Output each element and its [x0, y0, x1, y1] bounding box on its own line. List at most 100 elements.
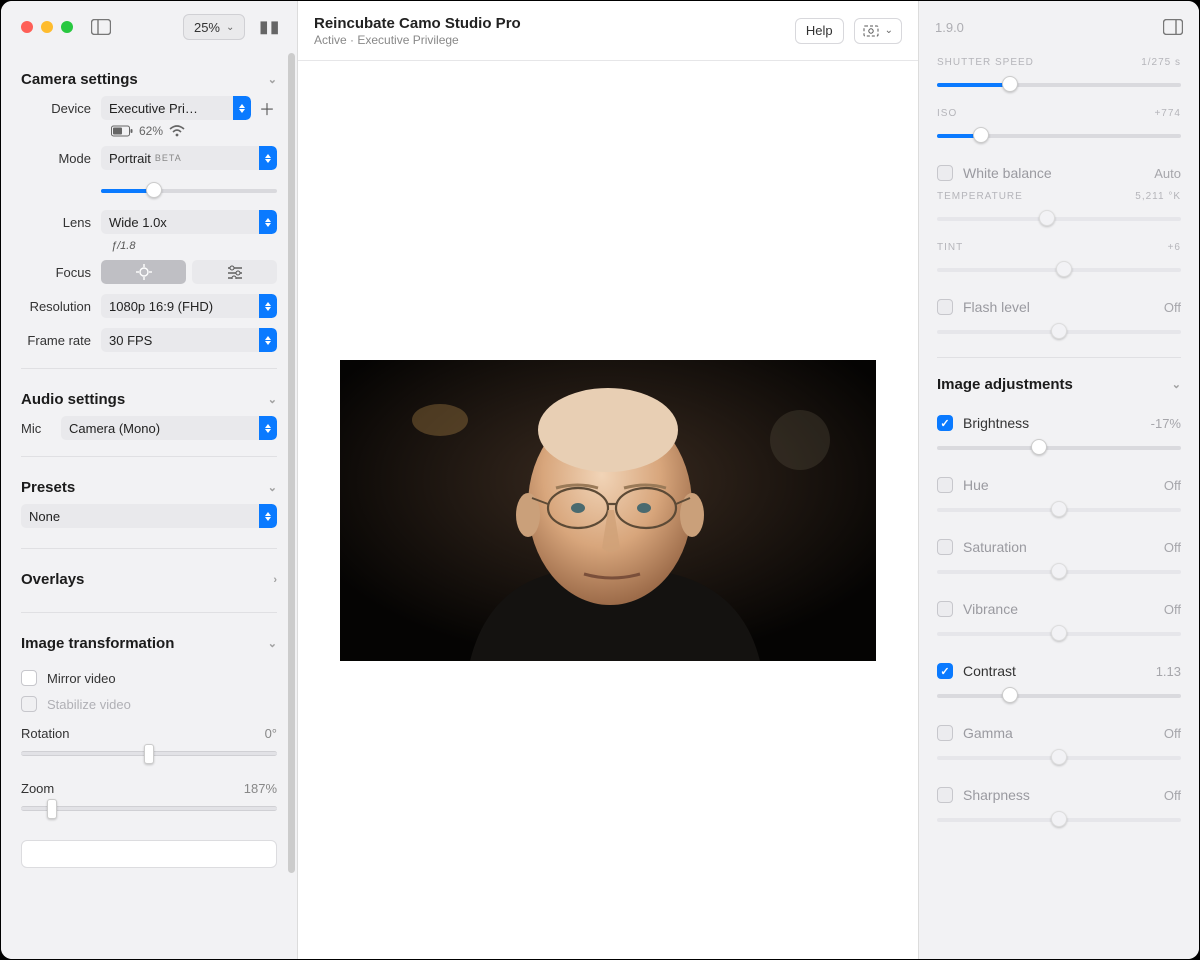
left-sidebar: 25% ⌄ ▮▮ Camera settings ⌄ Device Execut…	[1, 1, 298, 959]
contrast-checkbox[interactable]: ✓	[937, 663, 953, 679]
brightness-slider[interactable]	[937, 437, 1181, 459]
chevron-down-icon: ⌄	[268, 73, 277, 86]
help-button[interactable]: Help	[795, 18, 844, 44]
output-mode-button[interactable]: ⌄	[854, 18, 902, 44]
presets-select[interactable]: None	[21, 504, 277, 528]
crosshair-icon	[136, 264, 152, 280]
focus-manual-button[interactable]	[192, 260, 277, 284]
image-transform-header[interactable]: Image transformation⌄	[21, 613, 277, 660]
camera-settings-header[interactable]: Camera settings ⌄	[21, 53, 277, 96]
left-scrollbar[interactable]	[288, 53, 295, 873]
hue-checkbox[interactable]	[937, 477, 953, 493]
hue-value: Off	[1164, 478, 1181, 493]
brightness-label: Brightness	[963, 415, 1141, 431]
sharpness-slider[interactable]	[937, 809, 1181, 831]
maximize-window-button[interactable]	[61, 21, 73, 33]
device-label: Device	[21, 101, 101, 116]
tint-slider[interactable]	[937, 259, 1181, 281]
overlays-header[interactable]: Overlays›	[21, 549, 277, 596]
hue-label: Hue	[963, 477, 1154, 493]
resolution-select[interactable]: 1080p 16:9 (FHD)	[101, 294, 277, 318]
chevron-down-icon: ⌄	[268, 393, 277, 406]
shutter-value: 1/275 s	[1141, 57, 1181, 68]
contrast-label: Contrast	[963, 663, 1146, 679]
stabilize-video-checkbox[interactable]: Stabilize video	[21, 696, 277, 712]
video-preview[interactable]	[340, 360, 876, 661]
gamma-value: Off	[1164, 726, 1181, 741]
iso-value: +774	[1154, 108, 1181, 119]
chevron-down-icon: ⌄	[1172, 378, 1181, 391]
chevron-right-icon: ›	[273, 574, 277, 586]
framerate-label: Frame rate	[21, 333, 101, 348]
right-toolbar: 1.9.0	[919, 1, 1199, 53]
sliders-icon	[227, 265, 243, 279]
right-sidebar: 1.9.0 SHUTTER SPEED1/275 s ISO+774 White…	[918, 1, 1199, 959]
mic-select[interactable]: Camera (Mono)	[61, 416, 277, 440]
saturation-slider[interactable]	[937, 561, 1181, 583]
camera-frame-icon	[863, 24, 879, 38]
vibrance-slider[interactable]	[937, 623, 1181, 645]
saturation-checkbox[interactable]	[937, 539, 953, 555]
version-label: 1.9.0	[935, 20, 964, 35]
wifi-icon	[169, 125, 185, 137]
vibrance-value: Off	[1164, 602, 1181, 617]
mode-select[interactable]: PortraitBETA	[101, 146, 277, 170]
center-toolbar: Reincubate Camo Studio Pro Active · Exec…	[298, 1, 918, 61]
saturation-value: Off	[1164, 540, 1181, 555]
resolution-label: Resolution	[21, 299, 101, 314]
app-subtitle: Active · Executive Privilege	[314, 33, 785, 47]
contrast-slider[interactable]	[937, 685, 1181, 707]
temperature-slider[interactable]	[937, 208, 1181, 230]
brightness-checkbox[interactable]: ✓	[937, 415, 953, 431]
gamma-checkbox[interactable]	[937, 725, 953, 741]
lens-select[interactable]: Wide 1.0x	[101, 210, 277, 234]
flash-value: Off	[1164, 300, 1181, 315]
iso-slider[interactable]	[937, 125, 1181, 147]
bottom-field[interactable]	[21, 840, 277, 868]
close-window-button[interactable]	[21, 21, 33, 33]
iso-label: ISO	[937, 108, 957, 119]
image-adjustments-header[interactable]: Image adjustments⌄	[937, 358, 1181, 397]
presets-header[interactable]: Presets⌄	[21, 457, 277, 504]
chevron-down-icon: ⌄	[268, 481, 277, 494]
framerate-select[interactable]: 30 FPS	[101, 328, 277, 352]
contrast-value: 1.13	[1156, 664, 1181, 679]
sharpness-checkbox[interactable]	[937, 787, 953, 803]
zoom-slider[interactable]	[21, 802, 277, 822]
gamma-label: Gamma	[963, 725, 1154, 741]
temperature-value: 5,211 °K	[1135, 191, 1181, 202]
white-balance-checkbox[interactable]	[937, 165, 953, 181]
right-panel-toggle-button[interactable]	[1163, 13, 1183, 41]
vibrance-checkbox[interactable]	[937, 601, 953, 617]
focus-auto-button[interactable]	[101, 260, 186, 284]
gamma-slider[interactable]	[937, 747, 1181, 769]
flash-checkbox[interactable]	[937, 299, 953, 315]
chevron-down-icon: ⌄	[268, 637, 277, 650]
mic-label: Mic	[21, 421, 61, 436]
mode-slider[interactable]	[101, 180, 277, 200]
zoom-label: Zoom	[21, 781, 54, 796]
shutter-slider[interactable]	[937, 74, 1181, 96]
aperture-value: ƒ/1.8	[111, 240, 277, 252]
flash-slider[interactable]	[937, 321, 1181, 343]
app-title: Reincubate Camo Studio Pro	[314, 15, 785, 32]
zoom-value: 25%	[194, 20, 220, 35]
white-balance-value: Auto	[1154, 166, 1181, 181]
rotation-label: Rotation	[21, 726, 69, 741]
device-select[interactable]: Executive Pri…	[101, 96, 251, 120]
minimize-window-button[interactable]	[41, 21, 53, 33]
audio-settings-header[interactable]: Audio settings⌄	[21, 369, 277, 416]
vibrance-label: Vibrance	[963, 601, 1154, 617]
zoom-dropdown[interactable]: 25% ⌄	[183, 14, 245, 40]
rotation-slider[interactable]	[21, 747, 277, 767]
pause-button[interactable]: ▮▮	[259, 13, 281, 41]
zoom-value: 187%	[244, 781, 277, 796]
tint-label: TINT	[937, 242, 963, 253]
focus-label: Focus	[21, 265, 101, 280]
mirror-video-checkbox[interactable]: Mirror video	[21, 670, 277, 686]
sharpness-value: Off	[1164, 788, 1181, 803]
add-device-button[interactable]: ＋	[257, 98, 277, 118]
sidebar-toggle-button[interactable]	[91, 13, 111, 41]
hue-slider[interactable]	[937, 499, 1181, 521]
lens-label: Lens	[21, 215, 101, 230]
